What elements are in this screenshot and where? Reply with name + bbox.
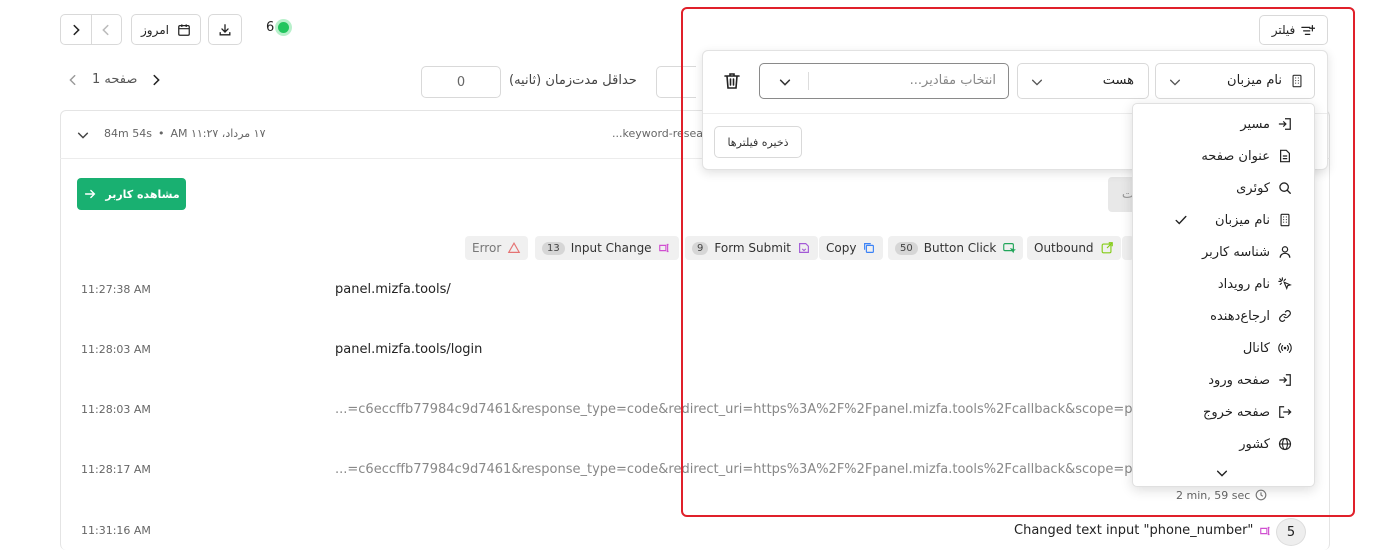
separator-dot: • [157, 127, 165, 140]
page-label: صفحه 1 [92, 72, 138, 87]
chip-label: Error [472, 241, 502, 255]
event-url[interactable]: panel.mizfa.tools/ [335, 282, 451, 297]
highlight-frame [681, 7, 1355, 517]
min-duration-input[interactable]: 0 [421, 66, 501, 98]
input-icon [658, 243, 669, 253]
event-input-change[interactable]: Changed text input "phone_number" [1014, 523, 1273, 538]
chevron-right-icon [73, 24, 80, 35]
calendar-icon [178, 23, 190, 36]
chip-count: 13 [542, 241, 565, 255]
session-duration: 84m 54s [104, 127, 152, 140]
pager: صفحه 1 [66, 72, 163, 87]
chip-input-change[interactable]: 13 Input Change [535, 236, 679, 260]
chip-error[interactable]: Error [465, 236, 529, 260]
today-label: امروز [141, 22, 169, 37]
chevron-left-icon [102, 24, 109, 35]
prev-page-icon[interactable] [66, 73, 80, 87]
download-button[interactable] [208, 14, 242, 45]
date-nav-group [60, 14, 122, 45]
next-date-button[interactable] [61, 15, 92, 44]
event-time: 11:28:03 AM [81, 403, 151, 416]
prev-date-button[interactable] [92, 15, 122, 44]
event-label: Changed text input "phone_number" [1014, 523, 1254, 538]
live-count: 6 [266, 20, 275, 35]
min-duration-label: حداقل مدت‌زمان (ثانیه) [509, 73, 637, 88]
event-time: 11:28:17 AM [81, 463, 151, 476]
session-date: ۱۷ مرداد، ۱۱:۲۷ AM [170, 127, 266, 140]
input-icon [1260, 526, 1270, 535]
view-user-button[interactable]: مشاهده کاربر [77, 178, 186, 210]
warning-icon [508, 242, 521, 253]
event-number-badge: 5 [1276, 518, 1306, 546]
event-time: 11:28:03 AM [81, 343, 151, 356]
today-button[interactable]: امروز [131, 14, 201, 45]
event-time: 11:27:38 AM [81, 283, 151, 296]
session-meta: 84m 54s • ۱۷ مرداد، ۱۱:۲۷ AM [104, 127, 265, 140]
chevron-down-icon[interactable] [76, 128, 90, 142]
chip-label: Input Change [570, 241, 652, 255]
live-dot-icon [278, 22, 290, 33]
event-time: 11:31:16 AM [81, 524, 151, 537]
arrow-right-icon [85, 189, 96, 199]
next-page-icon[interactable] [149, 73, 163, 87]
view-user-label: مشاهده کاربر [105, 187, 180, 201]
download-icon [219, 23, 231, 35]
event-url[interactable]: panel.mizfa.tools/login [335, 342, 482, 357]
live-users-indicator: 6 [266, 20, 290, 35]
